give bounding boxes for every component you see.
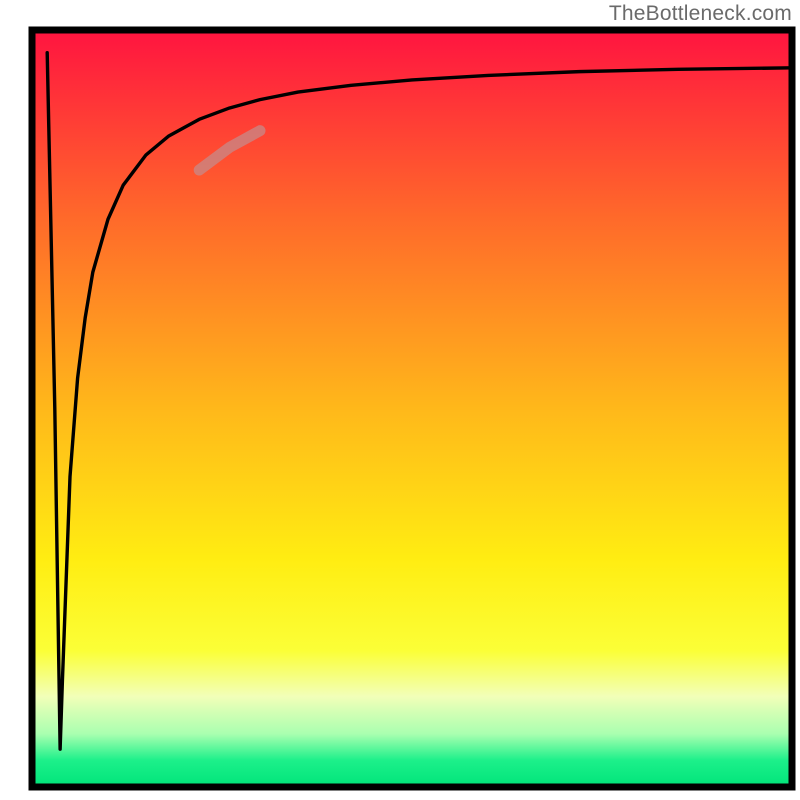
chart-svg <box>0 0 800 800</box>
chart-frame: TheBottleneck.com <box>0 0 800 800</box>
plot-background <box>32 30 792 787</box>
